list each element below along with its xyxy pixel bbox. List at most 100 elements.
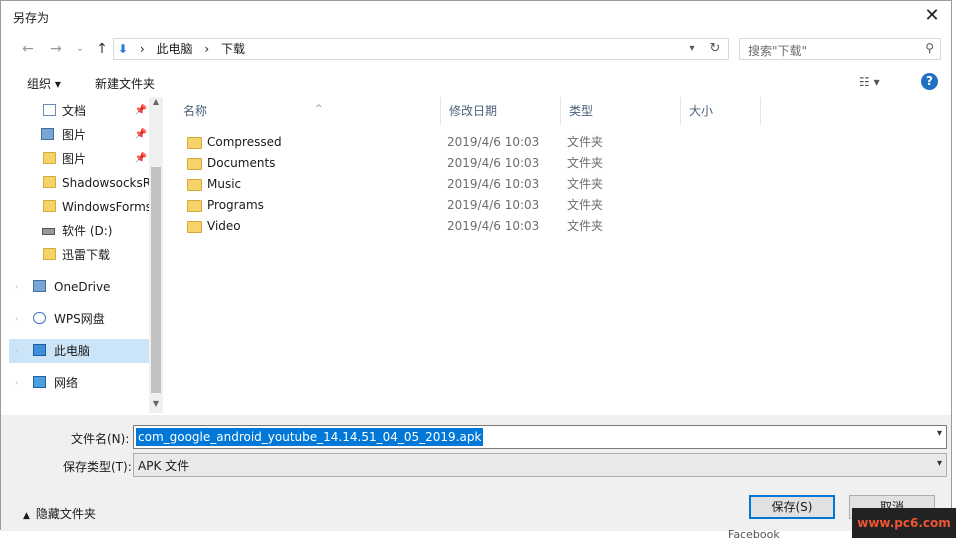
breadcrumb-downloads[interactable]: 下载: [221, 42, 245, 56]
file-name: Documents: [207, 156, 276, 170]
search-input[interactable]: 搜索"下载" ⚲: [739, 38, 941, 60]
sidebar-item-pictures[interactable]: 图片 📌: [9, 123, 149, 147]
file-name: Programs: [207, 198, 264, 212]
folder-icon: [43, 248, 56, 260]
sidebar-scrollbar[interactable]: ▲ ▼: [149, 97, 163, 413]
sidebar-item-label: 图片: [62, 152, 87, 166]
sidebar-item-label: WPS网盘: [54, 312, 105, 326]
file-type: 文件夹: [567, 219, 604, 233]
file-type-select[interactable]: APK 文件 ▾: [133, 453, 947, 477]
new-folder-button[interactable]: 新建文件夹: [95, 75, 155, 92]
sidebar-item-drive-d[interactable]: 软件 (D:): [9, 219, 149, 243]
refresh-icon[interactable]: ↻: [706, 39, 724, 59]
pin-icon[interactable]: 📌: [135, 147, 147, 171]
scrollbar-thumb[interactable]: [151, 167, 161, 393]
help-icon[interactable]: ?: [921, 73, 938, 90]
file-type-label: 保存类型(T):: [63, 460, 132, 474]
folder-icon: [187, 137, 202, 149]
close-icon[interactable]: ✕: [919, 5, 945, 29]
dialog-title: 另存为: [13, 11, 50, 25]
expand-chevron-icon[interactable]: ›: [15, 371, 18, 395]
column-header-label: 名称: [183, 104, 208, 118]
scroll-down-icon[interactable]: ▼: [149, 399, 163, 413]
save-button[interactable]: 保存(S): [749, 495, 835, 519]
navigation-pane: 文档 📌 图片 📌 图片 📌 ShadowsocksR WindowsForms…: [9, 97, 163, 413]
sidebar-item-label: 此电脑: [54, 344, 91, 358]
file-row[interactable]: Music 2019/4/6 10:03 文件夹: [175, 174, 815, 195]
scroll-up-icon[interactable]: ▲: [149, 97, 163, 111]
file-name: Compressed: [207, 135, 282, 149]
file-row[interactable]: Programs 2019/4/6 10:03 文件夹: [175, 195, 815, 216]
recent-locations-icon[interactable]: ⌄: [71, 40, 89, 58]
breadcrumb-separator: ›: [204, 42, 210, 56]
pin-icon[interactable]: 📌: [135, 99, 147, 123]
onedrive-icon: [33, 280, 46, 292]
file-row[interactable]: Video 2019/4/6 10:03 文件夹: [175, 216, 815, 237]
file-type: 文件夹: [567, 198, 604, 212]
column-header-modified[interactable]: 修改日期: [441, 97, 561, 125]
back-arrow-icon[interactable]: ←: [19, 40, 37, 58]
file-type: 文件夹: [567, 177, 604, 191]
up-arrow-icon[interactable]: ↑: [93, 40, 111, 58]
chevron-down-icon[interactable]: ▾: [937, 458, 942, 469]
address-bar[interactable]: ⬇ › 此电脑 › 下载 ▾ ↻: [113, 38, 729, 60]
cloud-icon: [33, 312, 46, 324]
search-placeholder: 搜索"下载": [748, 44, 808, 58]
sidebar-item-network[interactable]: › 网络: [9, 371, 149, 395]
file-type: 文件夹: [567, 135, 604, 149]
breadcrumb-this-pc[interactable]: 此电脑: [157, 42, 193, 56]
command-bar: 组织 ▾ 新建文件夹 ☷ ▾ ?: [1, 67, 951, 97]
sidebar-item-label: 文档: [62, 104, 87, 118]
sidebar-item-xunlei[interactable]: 迅雷下载: [9, 243, 149, 267]
column-header-name[interactable]: 名称 ^: [175, 97, 441, 125]
document-icon: [43, 104, 56, 116]
hide-folders-label: 隐藏文件夹: [35, 507, 96, 521]
expand-chevron-icon[interactable]: ›: [15, 275, 18, 299]
save-options-panel: 文件名(N): com_google_android_youtube_14.14…: [1, 415, 951, 531]
forward-arrow-icon[interactable]: →: [47, 40, 65, 58]
file-row[interactable]: Documents 2019/4/6 10:03 文件夹: [175, 153, 815, 174]
sidebar-item-pictures-folder[interactable]: 图片 📌: [9, 147, 149, 171]
column-header-size[interactable]: 大小: [681, 97, 761, 125]
search-icon[interactable]: ⚲: [925, 41, 934, 55]
sort-ascending-icon: ^: [315, 104, 323, 114]
watermark-logo: www.pc6.com: [852, 508, 956, 538]
background-facebook-text: Facebook: [728, 528, 780, 541]
sidebar-item-onedrive[interactable]: › OneDrive: [9, 275, 149, 299]
filename-field[interactable]: com_google_android_youtube_14.14.51_04_0…: [133, 425, 947, 449]
sidebar-item-label: 软件 (D:): [62, 224, 113, 238]
hide-folders-button[interactable]: ▲ 隐藏文件夹: [23, 505, 96, 522]
picture-icon: [41, 128, 54, 140]
save-as-dialog: 另存为 ✕ ← → ⌄ ↑ ⬇ › 此电脑 › 下载 ▾ ↻ 搜索"下载" ⚲ …: [0, 0, 952, 531]
sidebar-item-documents[interactable]: 文档 📌: [9, 99, 149, 123]
column-header-type[interactable]: 类型: [561, 97, 681, 125]
sidebar-item-shadowsocksr[interactable]: ShadowsocksR: [9, 171, 149, 195]
folder-icon: [187, 179, 202, 191]
sidebar-item-windowsforms[interactable]: WindowsForms: [9, 195, 149, 219]
sidebar-item-label: OneDrive: [54, 280, 111, 294]
chevron-down-icon[interactable]: ▾: [684, 39, 700, 59]
network-icon: [33, 376, 46, 388]
expand-chevron-icon[interactable]: ›: [15, 339, 18, 363]
file-modified: 2019/4/6 10:03: [447, 219, 540, 233]
breadcrumb-separator: ›: [139, 42, 145, 56]
sidebar-item-this-pc[interactable]: › 此电脑: [9, 339, 149, 363]
sidebar-item-label: 网络: [54, 376, 79, 390]
chevron-down-icon[interactable]: ▾: [937, 428, 942, 439]
folder-icon: [187, 200, 202, 212]
pin-icon[interactable]: 📌: [135, 123, 147, 147]
sidebar-item-label: 迅雷下载: [62, 248, 111, 262]
computer-icon: [33, 344, 46, 356]
sidebar-item-label: WindowsForms: [62, 200, 149, 214]
view-options-icon[interactable]: ☷ ▾: [859, 75, 880, 89]
file-row[interactable]: Compressed 2019/4/6 10:03 文件夹: [175, 132, 815, 153]
folder-icon: [187, 221, 202, 233]
sidebar-item-label: 图片: [62, 128, 87, 142]
file-list: 名称 ^ 修改日期 类型 大小 Compressed 2019/4/6 10:0…: [165, 97, 951, 413]
expand-chevron-icon[interactable]: ›: [15, 307, 18, 331]
sidebar-item-wps[interactable]: › WPS网盘: [9, 307, 149, 331]
file-modified: 2019/4/6 10:03: [447, 135, 540, 149]
organize-button[interactable]: 组织 ▾: [27, 75, 61, 92]
file-type: 文件夹: [567, 156, 604, 170]
navigation-bar: ← → ⌄ ↑ ⬇ › 此电脑 › 下载 ▾ ↻ 搜索"下载" ⚲: [1, 34, 951, 64]
